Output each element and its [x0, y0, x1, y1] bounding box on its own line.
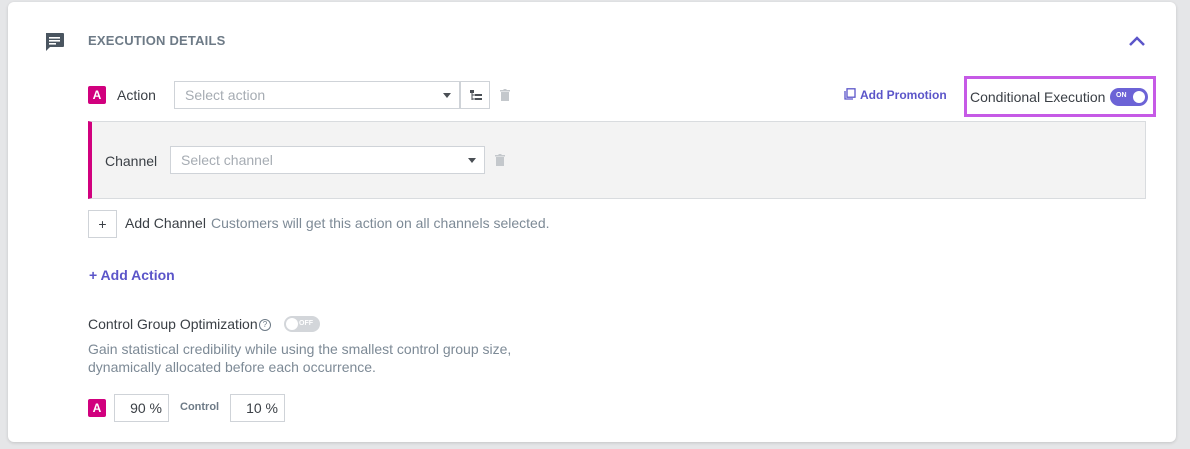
control-label: Control	[180, 401, 220, 413]
action-delete-trash-icon[interactable]	[500, 89, 510, 101]
action-select[interactable]: Select action	[174, 81, 460, 109]
tree-icon	[470, 90, 482, 100]
add-channel-hint: Customers will get this action on all ch…	[211, 215, 550, 231]
channel-select-placeholder: Select channel	[181, 152, 273, 168]
channel-select[interactable]: Select channel	[170, 146, 485, 174]
message-icon	[46, 33, 64, 51]
conditional-execution-toggle[interactable]: ON	[1110, 88, 1148, 106]
copy-icon	[844, 88, 856, 100]
toggle-knob	[286, 318, 298, 330]
section-title: EXECUTION DETAILS	[88, 33, 226, 48]
add-channel-button[interactable]: +	[88, 210, 117, 238]
variant-a-badge: A	[88, 399, 106, 417]
execution-details-card: EXECUTION DETAILS A Action Select action…	[8, 2, 1176, 442]
add-promotion-label: Add Promotion	[860, 88, 947, 102]
channel-label: Channel	[105, 153, 158, 169]
toggle-off-text: OFF	[299, 320, 313, 327]
control-group-toggle[interactable]: OFF	[284, 316, 320, 332]
channel-delete-trash-icon[interactable]	[495, 154, 505, 166]
action-label: Action	[117, 87, 156, 103]
action-select-placeholder: Select action	[185, 87, 266, 103]
conditional-execution-label: Conditional Execution	[970, 89, 1106, 105]
toggle-knob	[1133, 91, 1145, 103]
toggle-on-text: ON	[1116, 92, 1127, 99]
help-icon[interactable]: ?	[259, 319, 271, 331]
add-channel-label[interactable]: Add Channel	[125, 215, 206, 231]
control-group-description-line1: Gain statistical credibility while using…	[88, 341, 512, 357]
channel-panel: Channel Select channel	[88, 121, 1146, 199]
action-hierarchy-button[interactable]	[460, 81, 490, 109]
control-group-label: Control Group Optimization	[88, 316, 258, 332]
variant-a-percent-input[interactable]: 90 %	[114, 394, 169, 422]
control-percent-input[interactable]: 10 %	[230, 394, 285, 422]
chevron-down-icon	[443, 93, 451, 98]
control-group-description-line2: dynamically allocated before each occurr…	[88, 359, 376, 375]
add-action-link[interactable]: + Add Action	[89, 267, 175, 283]
chevron-down-icon	[468, 158, 476, 163]
action-badge: A	[88, 86, 106, 104]
chevron-up-icon[interactable]	[1126, 32, 1148, 50]
